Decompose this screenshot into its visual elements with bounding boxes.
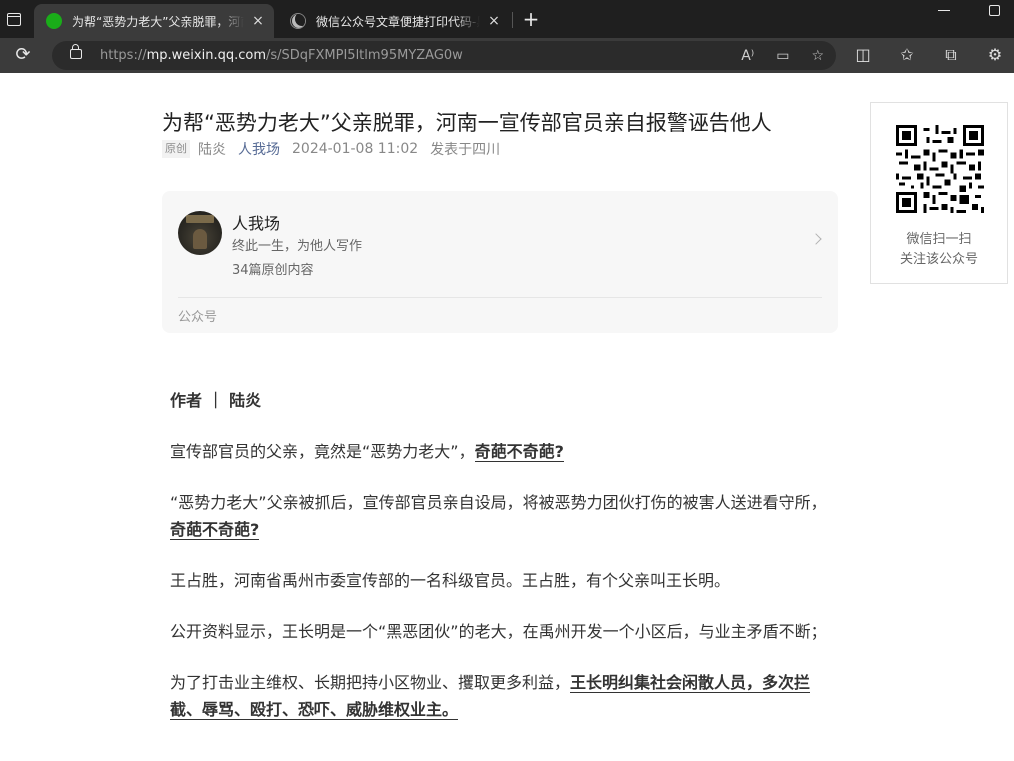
chevron-right-icon <box>810 233 822 245</box>
paragraph: 为了打击业主维权、长期把持小区物业、攫取更多利益，王长明纠集社会闲散人员，多次拦… <box>170 669 834 723</box>
publish-location: 发表于四川 <box>430 142 501 158</box>
browser-actions: ◫ ✩ ⧉ ⚙ <box>852 44 1006 66</box>
tab-strip: 为帮“恶势力老大”父亲脱罪，河南 × 微信公众号文章便捷打印代码-黑 × + <box>0 0 1014 38</box>
reload-icon[interactable]: ⟳ <box>12 44 34 66</box>
paragraph: 公开资料显示，王长明是一个“黑恶团伙”的老大，在禹州开发一个小区后，与业主矛盾不… <box>170 622 827 641</box>
paragraph: 王占胜，河南省禹州市委宣传部的一名科级官员。王占胜，有个父亲叫王长明。 <box>170 571 731 590</box>
paragraph-text: “恶势力老大”父亲被抓后，宣传部官员亲自设局，将被恶势力团伙打伤的被害人送进看守… <box>170 493 827 512</box>
profile-type: 公众号 <box>178 310 218 325</box>
account-profile-card[interactable]: 人我场 终此一生，为他人写作 34篇原创内容 公众号 <box>162 191 838 333</box>
minimize-button[interactable] <box>938 10 950 11</box>
paragraph-text: 为了打击业主维权、长期把持小区物业、攫取更多利益， <box>170 673 571 692</box>
omnibox-actions: A⁾ ▭ ☆ <box>741 41 824 70</box>
paragraph: 宣传部官员的父亲，竟然是“恶势力老大”，奇葩不奇葩? <box>170 438 834 465</box>
lock-icon[interactable] <box>70 44 82 59</box>
tab-active[interactable]: 为帮“恶势力老大”父亲脱罪，河南 × <box>34 4 274 38</box>
tab-actions-icon <box>7 12 21 26</box>
paragraph-bold: 奇葩不奇葩? <box>474 442 564 462</box>
wechat-icon <box>46 13 62 29</box>
profile-name: 人我场 <box>232 214 281 233</box>
qr-code-panel: 微信扫一扫 关注该公众号 <box>870 102 1008 284</box>
url-scheme: https:// <box>100 48 147 63</box>
maximize-button[interactable] <box>989 5 1000 16</box>
original-badge: 原创 <box>162 140 190 158</box>
address-bar[interactable]: https://mp.weixin.qq.com/s/SDqFXMPI5ltlm… <box>52 41 836 70</box>
tab-close-button[interactable]: × <box>486 13 502 29</box>
read-aloud-icon[interactable]: A⁾ <box>741 48 754 64</box>
paragraph-bold: 奇葩不奇葩? <box>170 520 260 540</box>
url-host: mp.weixin.qq.com <box>146 48 266 63</box>
byline: 作者 ｜ 陆炎 <box>170 391 262 410</box>
article-title: 为帮“恶势力老大”父亲脱罪，河南一宣传部官员亲自报警诬告他人 <box>162 111 772 136</box>
paragraph: “恶势力老大”父亲被抓后，宣传部官员亲自设局，将被恶势力团伙打伤的被害人送进看守… <box>170 489 834 543</box>
url-path: /s/SDqFXMPI5ltlm95MYZAG0w <box>265 48 463 63</box>
address-toolbar: ⟳ https://mp.weixin.qq.com/s/SDqFXMPI5lt… <box>0 38 1014 73</box>
qr-caption-line2: 关注该公众号 <box>899 252 978 267</box>
collections-icon[interactable]: ⧉ <box>940 44 962 66</box>
author-name: 陆炎 <box>198 142 226 158</box>
split-screen-icon[interactable]: ◫ <box>852 44 874 66</box>
app-view-icon[interactable]: ▭ <box>776 48 789 64</box>
tab-inactive[interactable]: 微信公众号文章便捷打印代码-黑 × <box>278 4 510 38</box>
qr-code-icon <box>896 125 984 213</box>
account-link[interactable]: 人我场 <box>238 139 280 159</box>
tab-close-button[interactable]: × <box>250 13 266 29</box>
url-text[interactable]: https://mp.weixin.qq.com/s/SDqFXMPI5ltlm… <box>100 41 463 70</box>
tab-title: 微信公众号文章便捷打印代码-黑 <box>316 14 480 29</box>
tab-actions-button[interactable] <box>0 0 28 38</box>
publish-date: 2024-01-08 11:02 <box>292 141 419 157</box>
favorite-star-icon[interactable]: ☆ <box>811 48 824 64</box>
paragraph-text: 宣传部官员的父亲，竟然是“恶势力老大”， <box>170 442 475 461</box>
article-body: 作者 ｜ 陆炎 宣传部官员的父亲，竟然是“恶势力老大”，奇葩不奇葩? “恶势力老… <box>170 387 834 747</box>
tab-title: 为帮“恶势力老大”父亲脱罪，河南 <box>72 14 244 29</box>
profile-article-count: 34篇原创内容 <box>232 263 314 278</box>
new-tab-button[interactable]: + <box>520 8 542 30</box>
article-meta: 原创 陆炎 人我场 2024-01-08 11:02 发表于四川 <box>162 139 500 159</box>
card-divider <box>178 297 822 298</box>
favorites-icon[interactable]: ✩ <box>896 44 918 66</box>
profile-description: 终此一生，为他人写作 <box>232 239 363 254</box>
qr-caption-line1: 微信扫一扫 <box>906 232 972 247</box>
tab-separator <box>512 12 513 28</box>
page-content: 为帮“恶势力老大”父亲脱罪，河南一宣传部官员亲自报警诬告他人 原创 陆炎 人我场… <box>0 73 1014 761</box>
moon-icon <box>290 13 306 29</box>
extensions-icon[interactable]: ⚙ <box>984 44 1006 66</box>
avatar <box>178 211 222 255</box>
qr-caption: 微信扫一扫 关注该公众号 <box>871 230 1007 270</box>
